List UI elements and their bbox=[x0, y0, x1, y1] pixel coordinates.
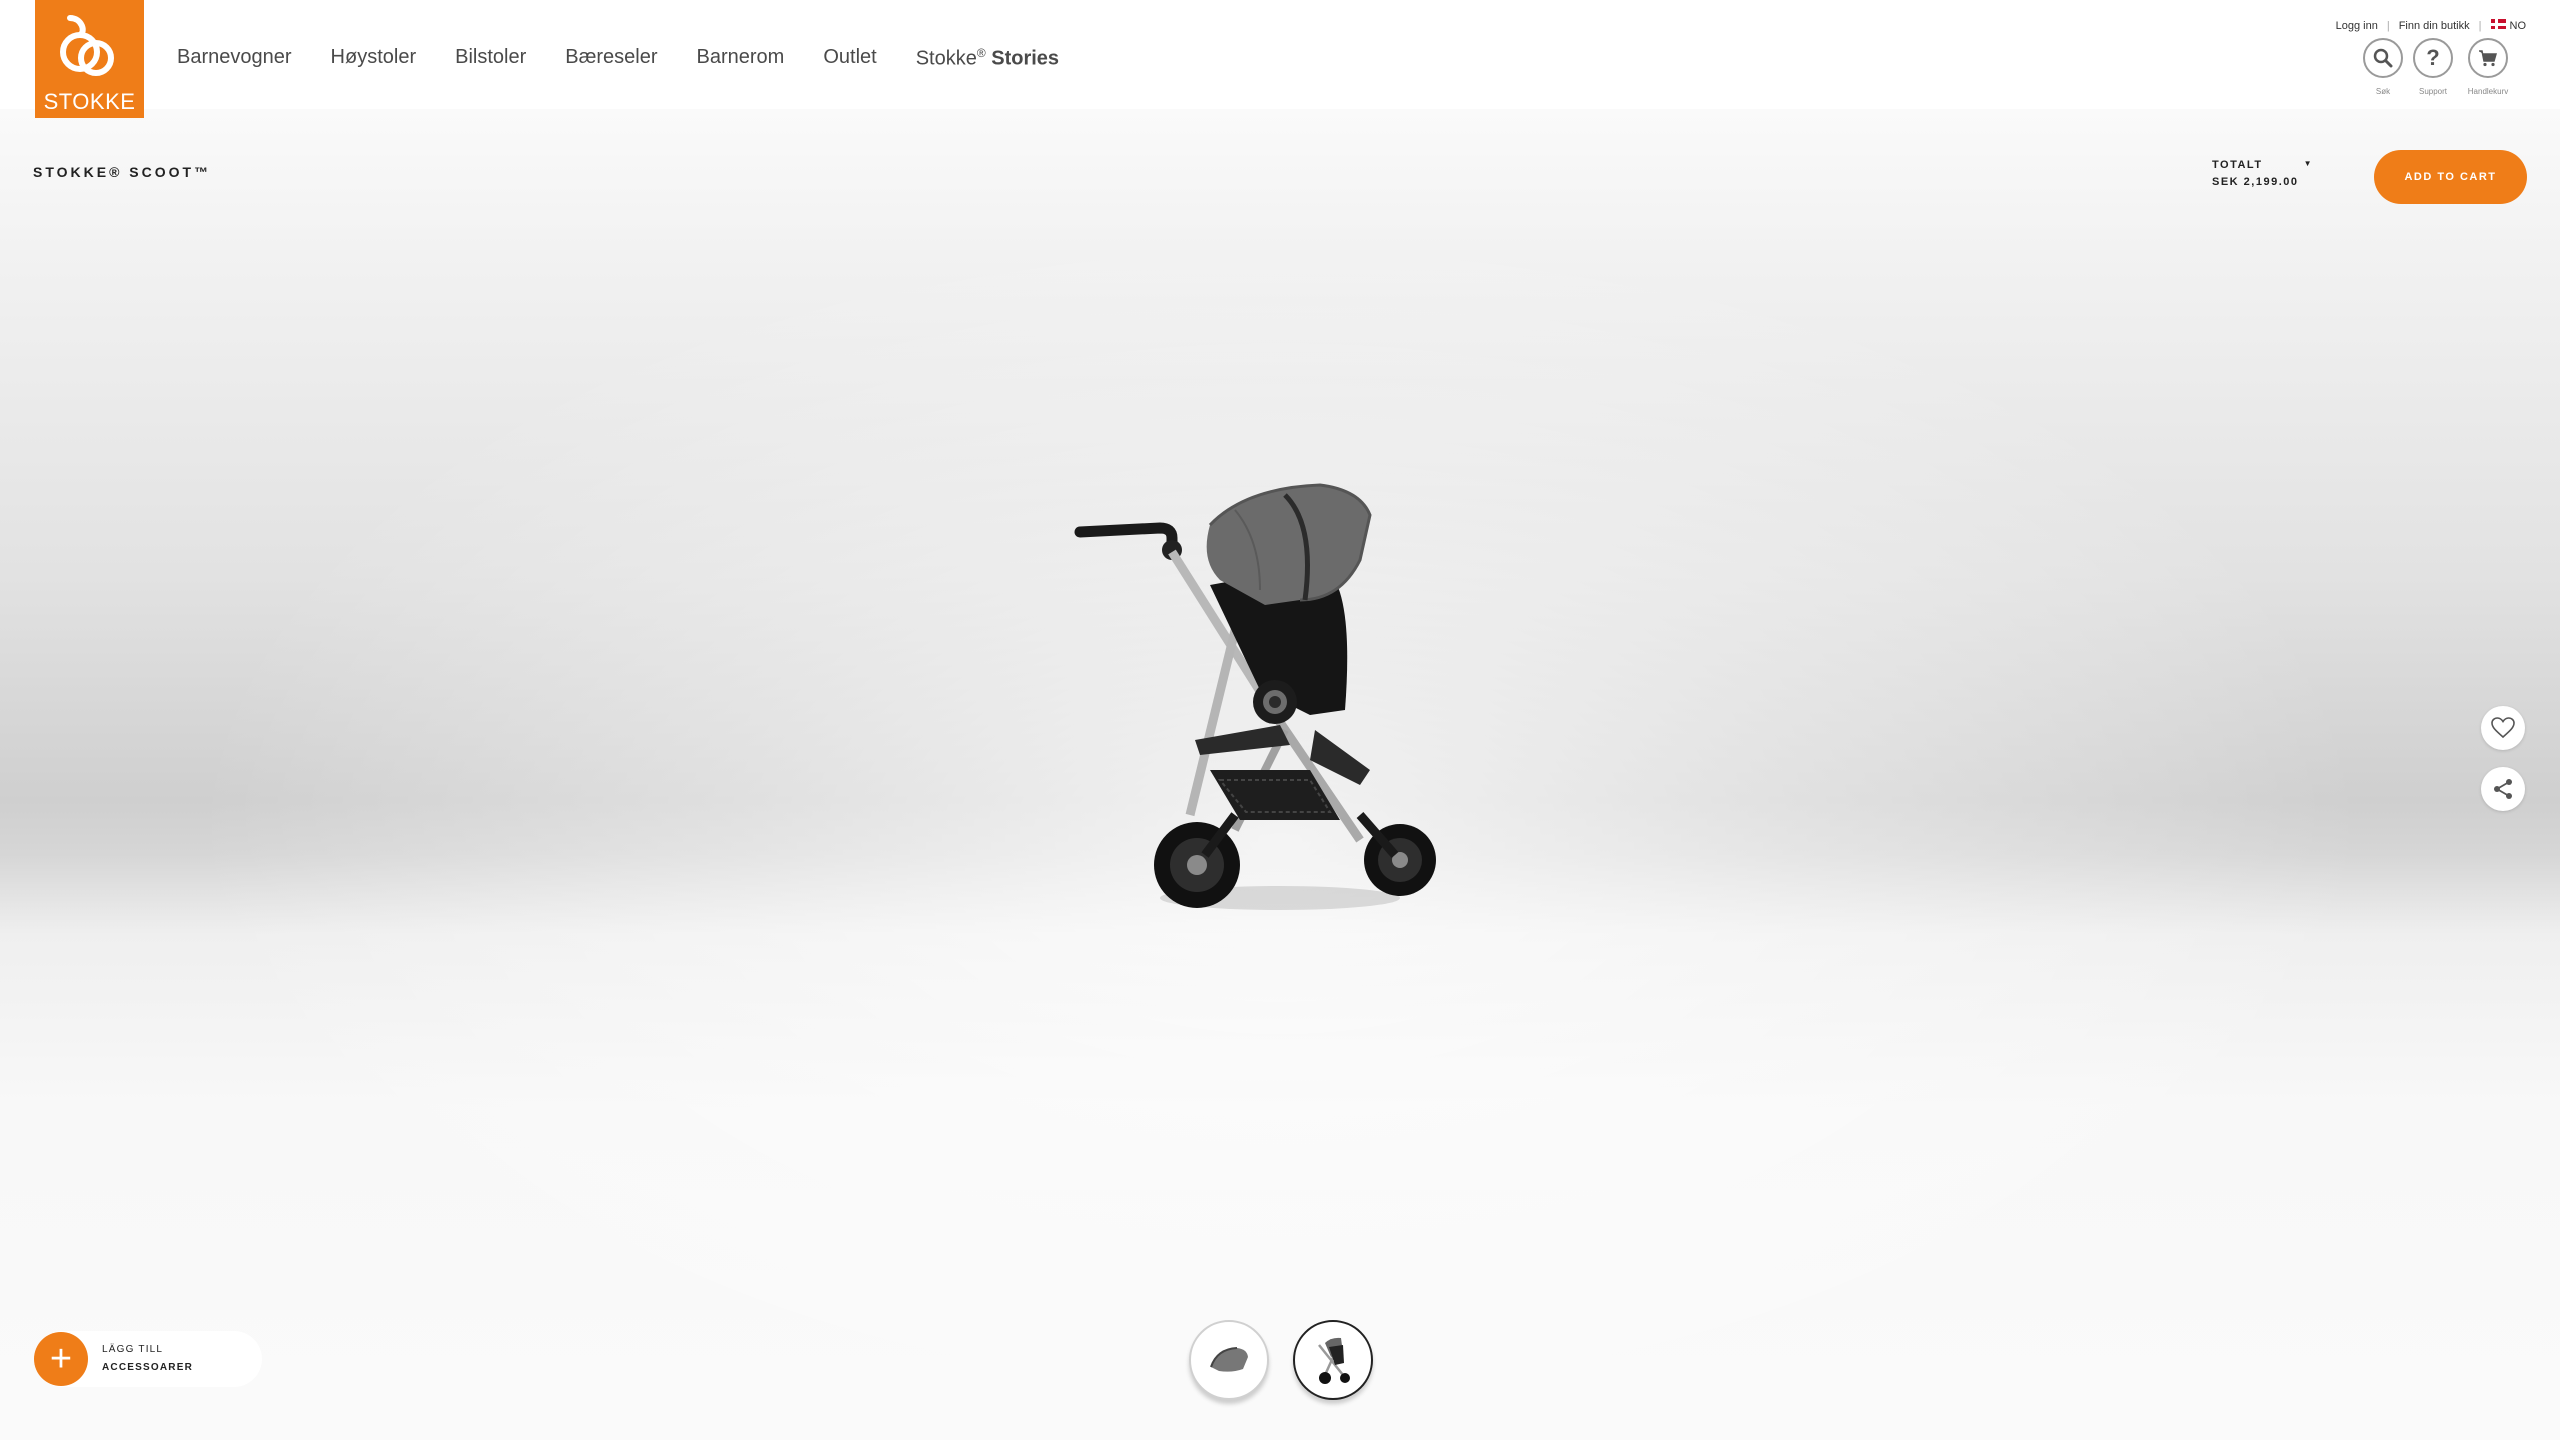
divider: | bbox=[2478, 19, 2482, 32]
thumbnail-full-stroller[interactable] bbox=[1293, 1320, 1373, 1400]
nav-item-barnevogner[interactable]: Barnevogner bbox=[177, 46, 292, 71]
total-summary[interactable]: TOTALT ▼ SEK 2,199.00 bbox=[2212, 159, 2313, 188]
utility-links: Logg inn | Finn din butikk | NO bbox=[2336, 19, 2526, 32]
locale-code: NO bbox=[2509, 20, 2527, 32]
stokke-logo[interactable]: STOKKE bbox=[35, 0, 144, 118]
total-label: TOTALT bbox=[2212, 159, 2263, 171]
add-to-cart-button[interactable]: ADD TO CART bbox=[2374, 150, 2527, 204]
search-label: Søk bbox=[2375, 87, 2391, 96]
nav-item-barnerom[interactable]: Barnerom bbox=[697, 46, 785, 71]
nav-item-outlet[interactable]: Outlet bbox=[823, 46, 876, 71]
add-accessories-line2: ACCESSOARER bbox=[102, 1362, 193, 1373]
question-mark-icon: ? bbox=[2426, 45, 2440, 70]
login-link[interactable]: Logg inn bbox=[2336, 20, 2378, 32]
stroller-product-image[interactable] bbox=[1060, 470, 1460, 920]
support-control: ? Support bbox=[2403, 38, 2463, 96]
cart-button[interactable] bbox=[2468, 38, 2508, 78]
find-store-link[interactable]: Finn din butikk bbox=[2399, 20, 2470, 32]
thumbnail-canopy[interactable] bbox=[1189, 1320, 1269, 1400]
stories-label: Stories bbox=[991, 47, 1060, 70]
nav-item-bilstoler[interactable]: Bilstoler bbox=[455, 46, 526, 71]
share-button[interactable] bbox=[2481, 767, 2525, 811]
nav-item-stokke-stories[interactable]: Stokke® Stories bbox=[916, 46, 1059, 71]
add-accessories-label: LÄGG TILL ACCESSOARER bbox=[102, 1341, 193, 1377]
divider: | bbox=[2386, 19, 2390, 32]
site-header: STOKKE Barnevogner Høystoler Bilstoler B… bbox=[0, 0, 2560, 118]
heart-icon bbox=[2491, 717, 2515, 739]
cart-control: Handlekurv bbox=[2458, 38, 2518, 96]
locale-selector[interactable]: NO bbox=[2490, 19, 2527, 32]
norway-flag-icon bbox=[2490, 19, 2506, 29]
stories-prefix: Stokke bbox=[915, 47, 977, 70]
chevron-down-icon[interactable]: ▼ bbox=[2304, 159, 2313, 171]
support-button[interactable]: ? bbox=[2413, 38, 2453, 78]
share-icon bbox=[2494, 779, 2512, 799]
search-icon bbox=[2373, 48, 2393, 68]
nav-item-baereseler[interactable]: Bæreseler bbox=[565, 46, 657, 71]
support-label: Support bbox=[2418, 87, 2448, 96]
stroller-thumbnail-icon bbox=[1318, 1337, 1350, 1384]
logo-wordmark: STOKKE bbox=[43, 89, 136, 114]
nav-item-hoystoler[interactable]: Høystoler bbox=[331, 46, 417, 71]
stokke-symbol-icon bbox=[60, 15, 114, 76]
registered-mark: ® bbox=[976, 46, 986, 60]
plus-icon: + bbox=[34, 1332, 88, 1386]
main-nav: Barnevogner Høystoler Bilstoler Bæresele… bbox=[177, 46, 1098, 71]
total-price: SEK 2,199.00 bbox=[2212, 176, 2299, 188]
cart-icon bbox=[2479, 50, 2497, 67]
favorite-button[interactable] bbox=[2481, 706, 2525, 750]
cart-label: Handlekurv bbox=[2467, 87, 2509, 96]
add-accessories-line1: LÄGG TILL bbox=[102, 1344, 164, 1355]
canopy-thumbnail-icon bbox=[1210, 1347, 1248, 1372]
search-button[interactable] bbox=[2363, 38, 2403, 78]
product-title: STOKKE® SCOOT™ bbox=[33, 164, 212, 180]
add-accessories-button[interactable]: + LÄGG TILL ACCESSOARER bbox=[34, 1331, 262, 1387]
